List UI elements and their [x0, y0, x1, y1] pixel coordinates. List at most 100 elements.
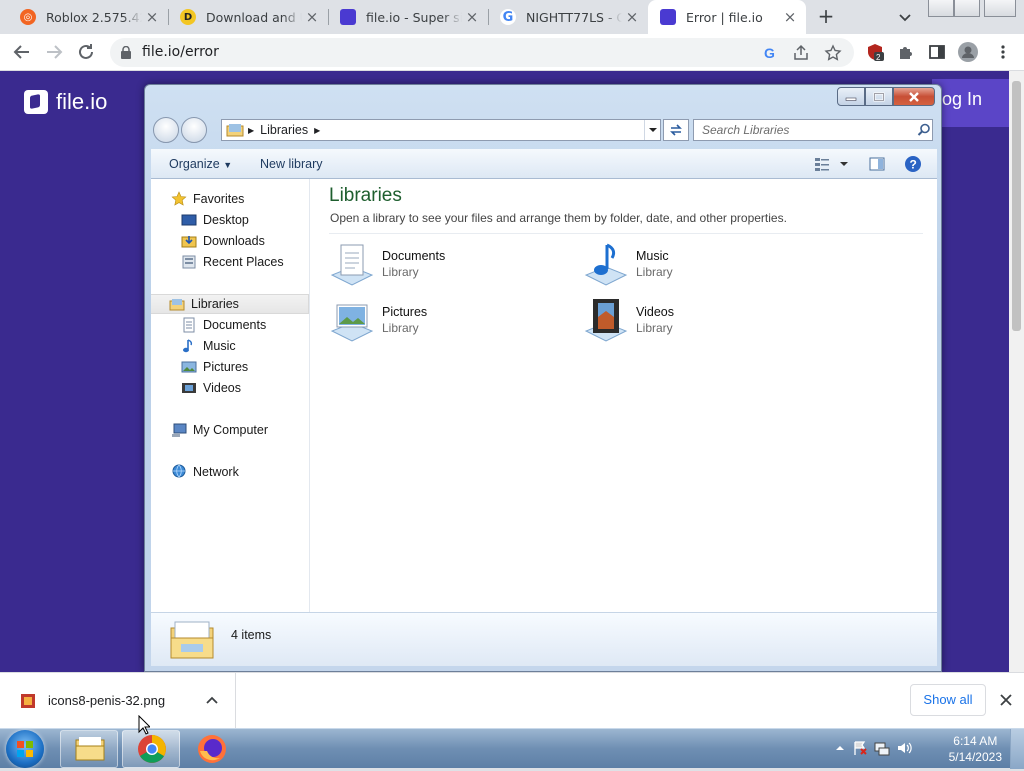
bookmark-star-icon[interactable]: [824, 44, 842, 62]
back-arrow-icon[interactable]: [10, 40, 34, 64]
show-hidden-icons-arrow-icon[interactable]: [834, 742, 846, 754]
explorer-forward-button[interactable]: [181, 117, 207, 143]
explorer-command-bar: Organize ▼ New library ?: [151, 149, 937, 179]
taskbar-clock[interactable]: 6:14 AM 5/14/2023: [949, 733, 1002, 765]
chevron-up-icon[interactable]: [205, 694, 219, 708]
tab-search-chevron-icon[interactable]: [896, 8, 914, 26]
library-name: Music: [636, 249, 669, 263]
nav-libraries[interactable]: Libraries: [151, 294, 309, 314]
action-center-flag-icon[interactable]: [852, 740, 868, 756]
library-music[interactable]: Music Library: [583, 241, 813, 291]
svg-text:?: ?: [910, 158, 917, 172]
new-tab-plus-icon[interactable]: +: [816, 6, 836, 27]
view-options-icon[interactable]: [813, 154, 833, 174]
explorer-body: Favorites Desktop Downloads Recent Place…: [151, 179, 937, 612]
tab-title: Roblox 2.575.424: [46, 9, 142, 25]
nav-my-computer[interactable]: My Computer: [171, 420, 268, 440]
view-dropdown-icon[interactable]: [834, 154, 854, 174]
caption-buttons: [837, 87, 935, 106]
kebab-menu-icon[interactable]: [994, 43, 1012, 61]
libraries-large-folder-icon: [170, 621, 214, 659]
share-icon[interactable]: [792, 44, 810, 62]
pictures-icon: [181, 361, 197, 373]
show-all-button[interactable]: Show all: [910, 684, 986, 716]
explorer-back-button[interactable]: [153, 117, 179, 143]
scrollbar-thumb[interactable]: [1012, 81, 1021, 331]
nav-music[interactable]: Music: [181, 336, 236, 356]
extensions-puzzle-icon[interactable]: [897, 43, 915, 61]
explorer-refresh-button[interactable]: [663, 119, 689, 141]
tab-fileio[interactable]: file.io - Super sim ×: [328, 0, 489, 34]
nav-downloads[interactable]: Downloads: [181, 231, 265, 251]
taskbar-firefox-button[interactable]: [194, 731, 230, 767]
side-panel-icon[interactable]: [928, 43, 946, 61]
extension-shield-icon[interactable]: 2: [866, 43, 884, 61]
nav-videos[interactable]: Videos: [181, 378, 241, 398]
organize-dropdown-icon: ▼: [223, 160, 233, 170]
nav-favorites[interactable]: Favorites: [171, 189, 244, 209]
explorer-nav-row: ▶ Libraries ▶ Search Libraries: [151, 117, 937, 143]
nav-pictures[interactable]: Pictures: [181, 357, 248, 377]
network-status-icon[interactable]: [874, 740, 890, 756]
tab-close-icon[interactable]: ×: [782, 9, 798, 25]
tab-google[interactable]: G NIGHTT77LS - Go ×: [488, 0, 648, 34]
page-scrollbar[interactable]: [1009, 71, 1024, 672]
library-documents[interactable]: Documents Library: [329, 241, 559, 291]
tab-title: Download and Us: [206, 9, 302, 25]
clock-time: 6:14 AM: [953, 734, 998, 748]
organize-menu[interactable]: Organize ▼: [169, 157, 232, 171]
preview-pane-icon[interactable]: [867, 154, 887, 174]
mouse-cursor-icon: [138, 715, 150, 735]
profile-avatar-icon[interactable]: [958, 42, 978, 62]
library-pictures[interactable]: Pictures Library: [329, 297, 559, 347]
tab-title: NIGHTT77LS - Go: [526, 9, 622, 25]
library-type: Library: [636, 321, 673, 335]
explorer-search-input[interactable]: Search Libraries: [693, 119, 933, 141]
breadcrumb-libraries[interactable]: Libraries: [260, 123, 308, 137]
roblox-favicon-icon: ◎: [20, 9, 36, 25]
tab-close-icon[interactable]: ×: [304, 9, 320, 25]
address-bar[interactable]: file.io/error G: [110, 38, 854, 67]
breadcrumb-arrow-icon[interactable]: ▶: [248, 126, 254, 135]
google-translate-g-icon[interactable]: G: [761, 44, 779, 62]
lock-icon[interactable]: [120, 46, 132, 59]
explorer-address-bar[interactable]: ▶ Libraries ▶: [221, 119, 661, 141]
start-button-windows-logo-icon[interactable]: [6, 730, 44, 768]
google-favicon-icon: G: [500, 9, 516, 25]
show-desktop-button[interactable]: [1010, 729, 1024, 769]
nav-network[interactable]: Network: [171, 462, 239, 482]
help-icon[interactable]: ?: [903, 154, 923, 174]
address-history-dropdown[interactable]: [644, 120, 660, 140]
tab-error-fileio[interactable]: Error | file.io ×: [648, 0, 806, 34]
nav-desktop[interactable]: Desktop: [181, 210, 249, 230]
tab-close-icon[interactable]: ×: [144, 9, 160, 25]
window-minimize-button[interactable]: [928, 0, 954, 17]
tab-roblox[interactable]: ◎ Roblox 2.575.424 ×: [8, 0, 169, 34]
firefox-icon: [198, 735, 226, 763]
tab-close-icon[interactable]: ×: [464, 9, 480, 25]
close-icon[interactable]: [998, 692, 1014, 708]
download-item[interactable]: icons8-penis-32.png: [0, 673, 236, 729]
windows-taskbar: 6:14 AM 5/14/2023: [0, 728, 1024, 769]
explorer-maximize-button[interactable]: [865, 87, 893, 106]
explorer-close-button[interactable]: [893, 87, 935, 106]
reload-icon[interactable]: [74, 40, 98, 64]
taskbar-chrome-button[interactable]: [122, 730, 180, 768]
library-videos[interactable]: Videos Library: [583, 297, 813, 347]
library-name: Videos: [636, 305, 674, 319]
breadcrumb-arrow-icon[interactable]: ▶: [314, 126, 320, 135]
search-magnifier-icon[interactable]: [917, 123, 931, 137]
volume-speaker-icon[interactable]: [896, 740, 912, 756]
forward-arrow-icon[interactable]: [42, 40, 66, 64]
pictures-library-icon: [330, 304, 374, 342]
tab-download[interactable]: D Download and Us ×: [168, 0, 329, 34]
window-restore-button[interactable]: [954, 0, 980, 17]
taskbar-explorer-button[interactable]: [60, 730, 118, 768]
explorer-minimize-button[interactable]: [837, 87, 865, 106]
window-close-button[interactable]: [984, 0, 1016, 17]
nav-recent-places[interactable]: Recent Places: [181, 252, 284, 272]
new-library-button[interactable]: New library: [260, 157, 323, 171]
fileio-logo[interactable]: file.io: [24, 89, 107, 115]
nav-documents[interactable]: Documents: [181, 315, 266, 335]
tab-close-icon[interactable]: ×: [624, 9, 640, 25]
